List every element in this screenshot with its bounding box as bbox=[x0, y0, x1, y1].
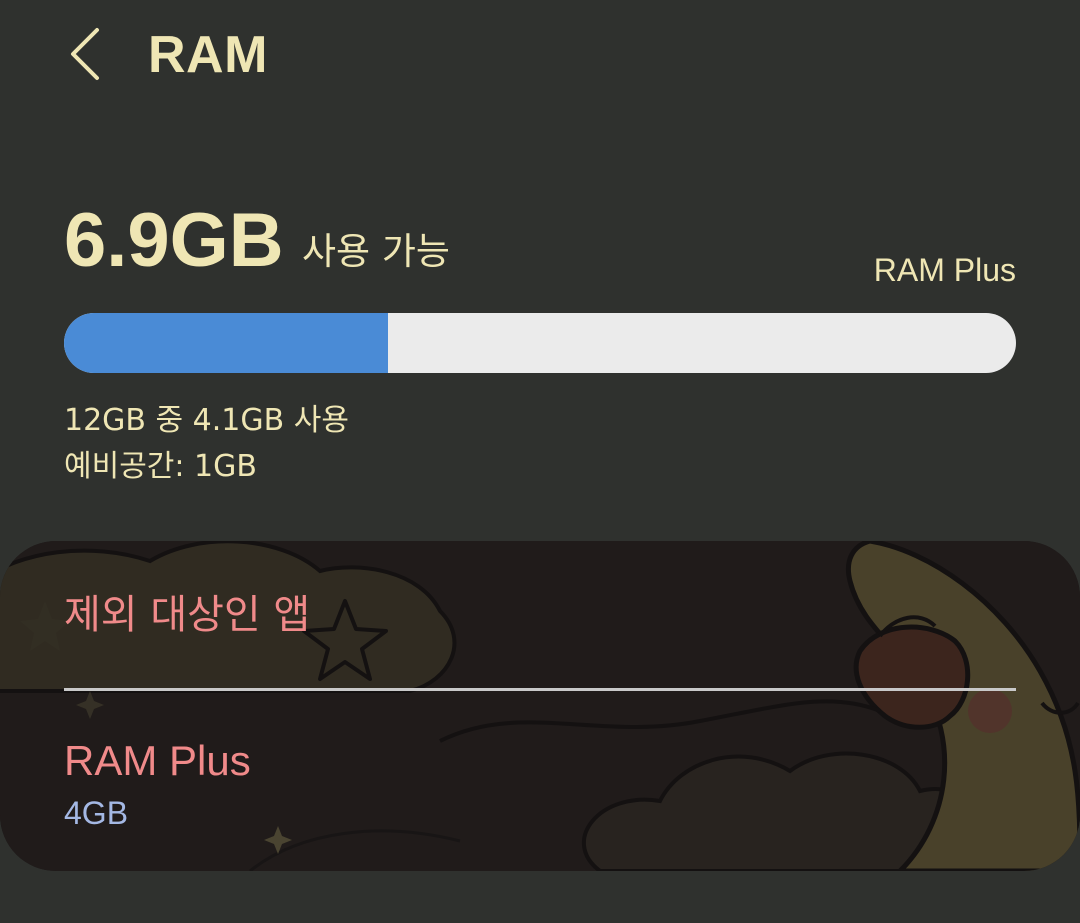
ram-summary: 6.9GB 사용 가능 RAM Plus bbox=[64, 196, 1016, 296]
ram-plus-item[interactable]: RAM Plus 4GB bbox=[0, 691, 1080, 871]
usage-details: 12GB 중 4.1GB 사용 예비공간: 1GB bbox=[64, 398, 349, 490]
used-of-total-text: 12GB 중 4.1GB 사용 bbox=[64, 403, 349, 438]
ram-usage-bar bbox=[64, 313, 1016, 373]
settings-card: 제외 대상인 앱 RAM Plus 4GB bbox=[0, 541, 1080, 871]
app-header: RAM bbox=[0, 0, 1080, 112]
page-title: RAM bbox=[148, 26, 268, 84]
available-ram-value: 6.9GB bbox=[64, 198, 284, 283]
excluded-apps-label: 제외 대상인 앱 bbox=[64, 592, 311, 638]
ram-usage-fill bbox=[64, 313, 388, 373]
chevron-left-icon bbox=[71, 28, 99, 80]
excluded-apps-item[interactable]: 제외 대상인 앱 bbox=[0, 541, 1080, 688]
ram-plus-value: 4GB bbox=[64, 795, 129, 831]
available-ram-label: 사용 가능 bbox=[302, 230, 450, 273]
back-button[interactable] bbox=[56, 20, 112, 88]
ram-plus-legend: RAM Plus bbox=[873, 252, 1016, 288]
ram-plus-title: RAM Plus bbox=[64, 737, 251, 784]
reserved-space-text: 예비공간: 1GB bbox=[64, 449, 257, 484]
